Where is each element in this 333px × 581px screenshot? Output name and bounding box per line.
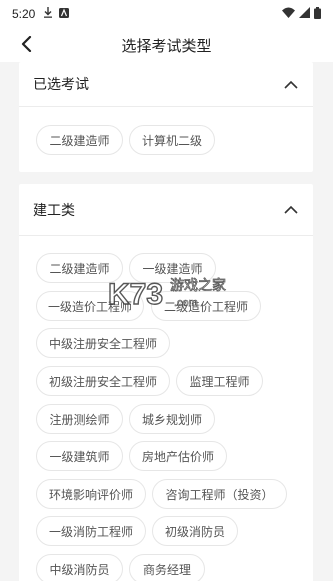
exam-tag[interactable]: 中级消防员 xyxy=(36,554,123,581)
exam-tag[interactable]: 初级消防员 xyxy=(152,516,238,546)
chevron-up-icon[interactable] xyxy=(283,202,299,218)
status-time: 5:20 xyxy=(12,7,36,21)
exam-tag[interactable]: 监理工程师 xyxy=(176,366,263,396)
exam-tag[interactable]: 房地产估价师 xyxy=(129,441,227,471)
construction-header[interactable]: 建工类 xyxy=(19,184,313,236)
chevron-up-icon[interactable] xyxy=(283,76,299,92)
exam-tag[interactable]: 中级注册安全工程师 xyxy=(36,328,170,358)
exam-tag[interactable]: 环境影响评价师 xyxy=(36,479,146,509)
selected-exams-title: 已选考试 xyxy=(33,77,89,93)
chevron-left-icon xyxy=(20,35,32,56)
exam-tag[interactable]: 商务经理 xyxy=(129,554,205,581)
main-content[interactable]: 已选考试 二级建造师 计算机二级 建工类 二级建造师 一级建造师 一级造价工程师… xyxy=(0,62,333,581)
app-header: 选择考试类型 xyxy=(0,28,333,62)
exam-tag[interactable]: 咨询工程师（投资） xyxy=(152,479,287,509)
selected-tag[interactable]: 二级建造师 xyxy=(36,125,123,155)
construction-card: 建工类 二级建造师 一级建造师 一级造价工程师 二级造价工程师 中级注册安全工程… xyxy=(19,184,313,581)
exam-tag[interactable]: 二级造价工程师 xyxy=(151,291,261,321)
exam-tag[interactable]: 一级建筑师 xyxy=(36,441,123,471)
exam-tag[interactable]: 城乡规划师 xyxy=(129,404,215,434)
exam-tag[interactable]: 一级消防工程师 xyxy=(36,516,146,546)
status-icons-left xyxy=(43,7,70,21)
exam-tag[interactable]: 一级建造师 xyxy=(129,253,216,283)
selected-exams-card: 已选考试 二级建造师 计算机二级 xyxy=(19,62,313,172)
exam-tag[interactable]: 初级注册安全工程师 xyxy=(36,366,170,396)
download-icon xyxy=(43,7,53,21)
exam-tag[interactable]: 注册测绘师 xyxy=(36,404,123,434)
exam-tag[interactable]: 一级造价工程师 xyxy=(36,291,144,321)
app-a-icon xyxy=(59,7,70,21)
selected-tag[interactable]: 计算机二级 xyxy=(129,125,215,155)
exam-tag[interactable]: 二级建造师 xyxy=(36,253,123,283)
back-button[interactable] xyxy=(14,34,38,58)
wifi-icon xyxy=(282,7,295,21)
status-icons-right xyxy=(282,6,321,22)
signal-icon xyxy=(299,7,310,21)
selected-exams-header[interactable]: 已选考试 xyxy=(19,62,313,107)
battery-icon xyxy=(314,6,321,22)
construction-title: 建工类 xyxy=(33,202,75,219)
status-bar: 5:20 xyxy=(0,0,333,28)
page-title: 选择考试类型 xyxy=(121,36,212,55)
